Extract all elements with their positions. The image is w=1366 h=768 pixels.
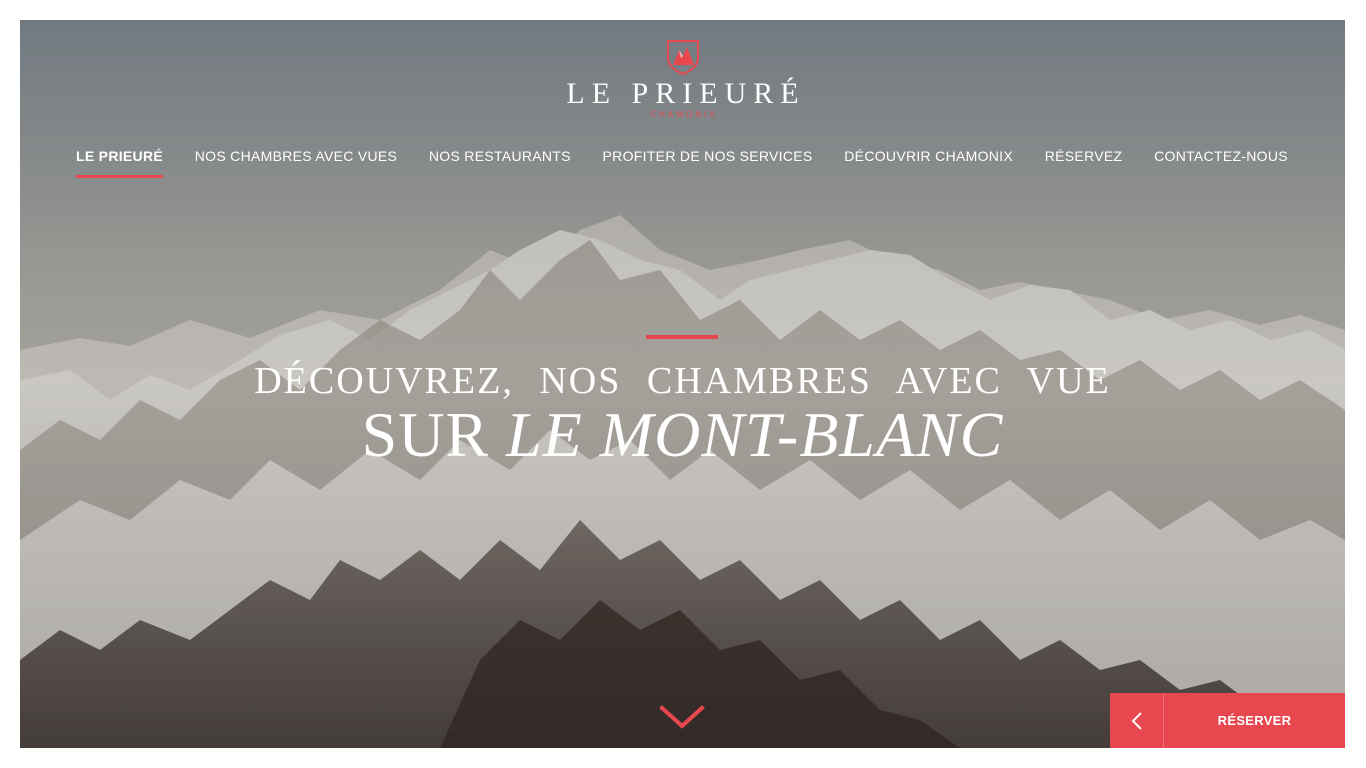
headline-line-2: SUR LE MONT-BLANC xyxy=(20,403,1345,467)
nav-item-chamonix[interactable]: DÉCOUVRIR CHAMONIX xyxy=(844,148,1013,178)
nav-item-restaurants[interactable]: NOS RESTAURANTS xyxy=(429,148,571,178)
site-logo[interactable]: LE PRIEURÉ CHAMONIX xyxy=(20,38,1345,120)
headline-prefix: SUR xyxy=(361,399,490,470)
reserve-button[interactable]: RÉSERVER xyxy=(1164,693,1345,748)
main-navigation: LE PRIEURÉ NOS CHAMBRES AVEC VUES NOS RE… xyxy=(76,148,1288,184)
chevron-left-icon xyxy=(1131,711,1142,730)
logo-location: CHAMONIX xyxy=(650,110,718,119)
mountain-shield-icon xyxy=(666,40,699,76)
nav-item-le-prieure[interactable]: LE PRIEURÉ xyxy=(76,148,164,178)
nav-item-services[interactable]: PROFITER DE NOS SERVICES xyxy=(603,148,813,178)
headline-accent-line xyxy=(646,335,718,339)
reserve-collapse-button[interactable] xyxy=(1110,693,1164,748)
headline-emphasis: LE MONT-BLANC xyxy=(506,399,1004,470)
nav-item-chambres[interactable]: NOS CHAMBRES AVEC VUES xyxy=(195,148,397,178)
logo-title: LE PRIEURÉ xyxy=(566,77,806,110)
hero-section: LE PRIEURÉ CHAMONIX LE PRIEURÉ NOS CHAMB… xyxy=(20,20,1345,748)
chevron-down-icon xyxy=(659,705,705,729)
hero-headline: DÉCOUVREZ, NOS CHAMBRES AVEC VUE SUR LE … xyxy=(20,358,1345,467)
nav-item-reservez[interactable]: RÉSERVEZ xyxy=(1045,148,1123,178)
nav-item-contact[interactable]: CONTACTEZ-NOUS xyxy=(1154,148,1288,178)
reserve-bar: RÉSERVER xyxy=(1110,693,1345,748)
headline-line-1: DÉCOUVREZ, NOS CHAMBRES AVEC VUE xyxy=(254,360,1111,402)
scroll-down-button[interactable] xyxy=(658,702,706,732)
